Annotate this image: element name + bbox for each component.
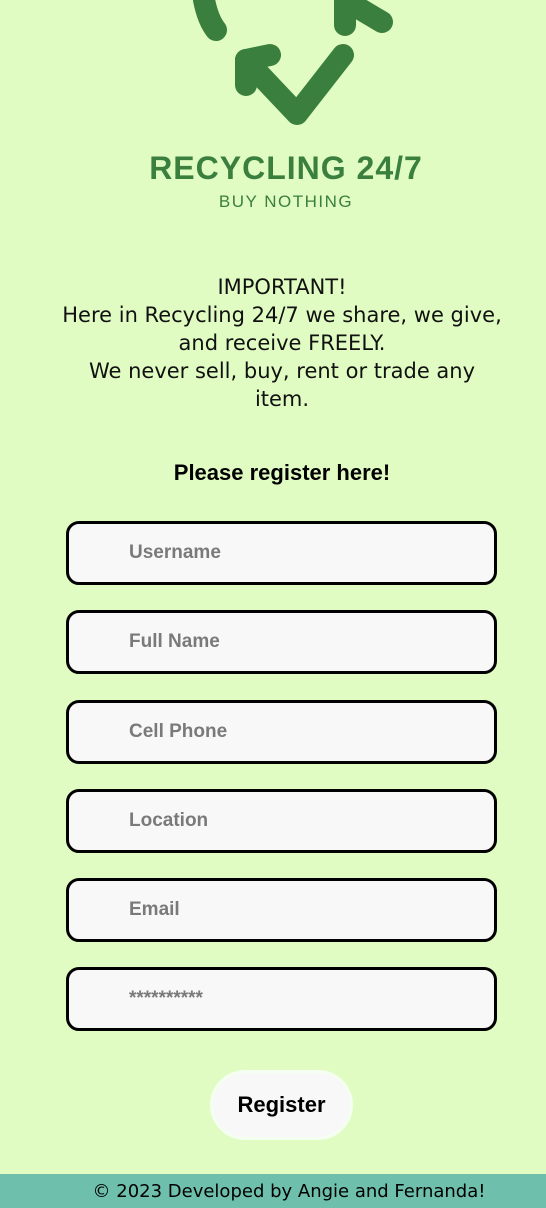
notice-line-never-sell: We never sell, buy, rent or trade any it… [88,359,476,411]
notice-heading: IMPORTANT! [217,275,347,299]
location-input[interactable] [66,789,497,853]
username-input[interactable] [66,521,497,585]
footer: © 2023 Developed by Angie and Fernanda! [0,1174,546,1208]
footer-credit: © 2023 Developed by Angie and Fernanda! [92,1181,486,1202]
brand-title: RECYCLING 24/7 [149,150,423,186]
brand-subtitle: BUY NOTHING [218,192,354,211]
full-name-input[interactable] [66,610,497,674]
password-input[interactable] [66,967,497,1031]
email-input[interactable] [66,878,497,942]
notice-message: IMPORTANT! Here in Recycling 24/7 we sha… [60,273,504,413]
recycle-arrows-icon [193,0,393,125]
register-heading: Please register here! [173,460,391,485]
cell-phone-input[interactable] [66,700,497,764]
register-button[interactable]: Register [210,1070,353,1140]
notice-line-share: Here in Recycling 24/7 we share, we give… [62,303,502,355]
